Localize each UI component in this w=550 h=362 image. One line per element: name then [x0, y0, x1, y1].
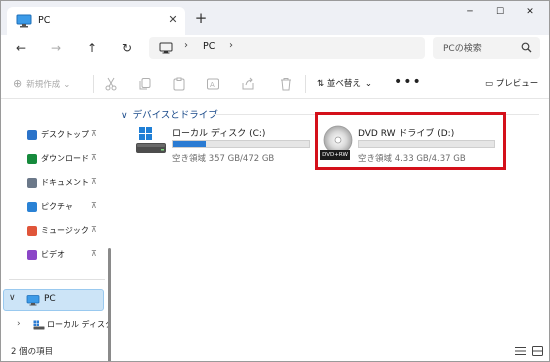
pictures-icon: [27, 202, 37, 212]
sidebar-item-pictures[interactable]: ピクチャ ⊼: [25, 198, 105, 216]
new-button[interactable]: ⊕ 新規作成 ⌄: [13, 77, 70, 90]
highlight-box: [315, 112, 506, 170]
divider: [93, 75, 94, 93]
item-count: 2 個の項目: [11, 347, 54, 357]
sort-label: 並べ替え: [326, 79, 361, 89]
close-button[interactable]: ✕: [519, 7, 541, 25]
breadcrumb-chevron[interactable]: ›: [229, 40, 233, 51]
pin-icon[interactable]: ⊼: [91, 177, 97, 186]
address-row: ← → ↑ ↻ › PC › PCの検索: [1, 35, 549, 61]
pin-icon[interactable]: ⊼: [91, 225, 97, 234]
navigation-pane: デスクトップ ⊼ ダウンロード ⊼ ドキュメント ⊼ ピクチャ ⊼ ミュージック ⊼ ビデオ ⊼ ∨ …: [1, 100, 111, 361]
paste-icon[interactable]: [172, 77, 186, 91]
expand-chevron-icon[interactable]: ›: [17, 319, 21, 329]
sidebar-item-local-disk[interactable]: › ローカル ディスク: [3, 316, 108, 334]
pin-icon[interactable]: ⊼: [91, 249, 97, 258]
tab-pc[interactable]: PC ✕: [7, 7, 185, 35]
share-icon[interactable]: [241, 77, 255, 91]
chevron-down-icon: ⌄: [364, 79, 372, 89]
sidebar-item-label: ダウンロード: [41, 154, 89, 163]
sort-icon: ⇅: [317, 79, 327, 89]
drive-name: ローカル ディスク (C:): [172, 129, 266, 139]
divider: [305, 75, 306, 93]
details-view-icon[interactable]: [515, 346, 526, 356]
back-button[interactable]: ←: [12, 39, 30, 57]
command-bar: ⊕ 新規作成 ⌄ A ⇅ 並べ替え ⌄ ••• ▭ プレビュー: [1, 69, 549, 99]
status-bar: 2 個の項目: [1, 341, 549, 361]
sidebar-item-videos[interactable]: ビデオ ⊼: [25, 246, 105, 264]
sidebar-item-pc[interactable]: ∨ PC: [3, 289, 104, 311]
search-input[interactable]: PCの検索: [433, 37, 540, 59]
pin-icon[interactable]: ⊼: [91, 129, 97, 138]
search-placeholder: PCの検索: [443, 44, 482, 54]
music-icon: [27, 226, 37, 236]
pin-icon[interactable]: ⊼: [91, 201, 97, 210]
collapse-chevron-icon[interactable]: ∨: [121, 111, 128, 121]
sidebar-item-label: ローカル ディスク: [47, 320, 108, 329]
pc-icon: [26, 295, 40, 306]
cut-icon[interactable]: [104, 77, 118, 91]
preview-label: プレビュー: [495, 79, 539, 89]
sort-button[interactable]: ⇅ 並べ替え ⌄: [317, 77, 372, 89]
plus-icon: ⊕: [13, 77, 23, 90]
drive-usage-bar: [172, 140, 310, 148]
tab-close-icon[interactable]: ✕: [165, 12, 181, 28]
title-bar: PC ✕ + ─ ☐ ✕: [1, 1, 549, 35]
chevron-down-icon: ⌄: [63, 80, 71, 90]
copy-icon[interactable]: [138, 77, 152, 91]
sidebar-item-label: ピクチャ: [41, 202, 73, 211]
svg-text:A: A: [210, 81, 215, 89]
divider: [9, 279, 105, 280]
breadcrumb-chevron[interactable]: ›: [184, 40, 188, 51]
large-icons-view-icon[interactable]: [532, 346, 543, 356]
minimize-button[interactable]: ─: [459, 7, 481, 25]
sidebar-item-label: ビデオ: [41, 250, 65, 259]
search-icon: [521, 42, 532, 53]
address-bar[interactable]: › PC ›: [149, 37, 425, 59]
breadcrumb-pc[interactable]: PC: [203, 41, 215, 52]
delete-icon[interactable]: [279, 77, 293, 91]
download-icon: [27, 154, 37, 164]
new-tab-button[interactable]: +: [192, 10, 210, 28]
more-options-button[interactable]: •••: [394, 74, 422, 90]
maximize-button[interactable]: ☐: [489, 7, 511, 25]
sidebar-item-label: ドキュメント: [41, 178, 89, 187]
local-disk-icon: [33, 320, 45, 330]
group-title: デバイスとドライブ: [132, 110, 218, 121]
sidebar-item-music[interactable]: ミュージック ⊼: [25, 222, 105, 240]
collapse-chevron-icon[interactable]: ∨: [9, 293, 16, 303]
sidebar-item-download[interactable]: ダウンロード ⊼: [25, 150, 105, 168]
drive-free-space: 空き領域 357 GB/472 GB: [172, 154, 275, 164]
desktop-icon: [27, 130, 37, 140]
up-button[interactable]: ↑: [83, 39, 101, 57]
drive-tile-c[interactable]: ローカル ディスク (C:) 空き領域 357 GB/472 GB: [135, 125, 315, 169]
computer-icon: [159, 42, 173, 54]
refresh-button[interactable]: ↻: [118, 39, 136, 57]
videos-icon: [27, 250, 37, 260]
pc-icon: [16, 14, 32, 28]
sidebar-item-desktop[interactable]: デスクトップ ⊼: [25, 126, 105, 144]
file-explorer-window: PC ✕ + ─ ☐ ✕ ← → ↑ ↻ › PC › PCの検索 ⊕ 新規作成…: [0, 0, 550, 362]
tab-label: PC: [38, 15, 51, 26]
local-disk-icon: [136, 127, 166, 153]
new-label: 新規作成: [26, 80, 61, 90]
sidebar-item-documents[interactable]: ドキュメント ⊼: [25, 174, 105, 192]
documents-icon: [27, 178, 37, 188]
rename-icon[interactable]: A: [206, 77, 220, 91]
preview-pane-icon: ▭: [485, 79, 496, 89]
sidebar-item-label: PC: [44, 294, 56, 304]
sidebar-item-label: デスクトップ: [41, 130, 89, 139]
forward-button[interactable]: →: [47, 39, 65, 57]
group-header-devices[interactable]: ∨ デバイスとドライブ: [121, 107, 218, 121]
sidebar-item-label: ミュージック: [41, 226, 89, 235]
preview-button[interactable]: ▭ プレビュー: [485, 77, 538, 89]
pin-icon[interactable]: ⊼: [91, 153, 97, 162]
drive-usage-fill: [173, 141, 206, 147]
